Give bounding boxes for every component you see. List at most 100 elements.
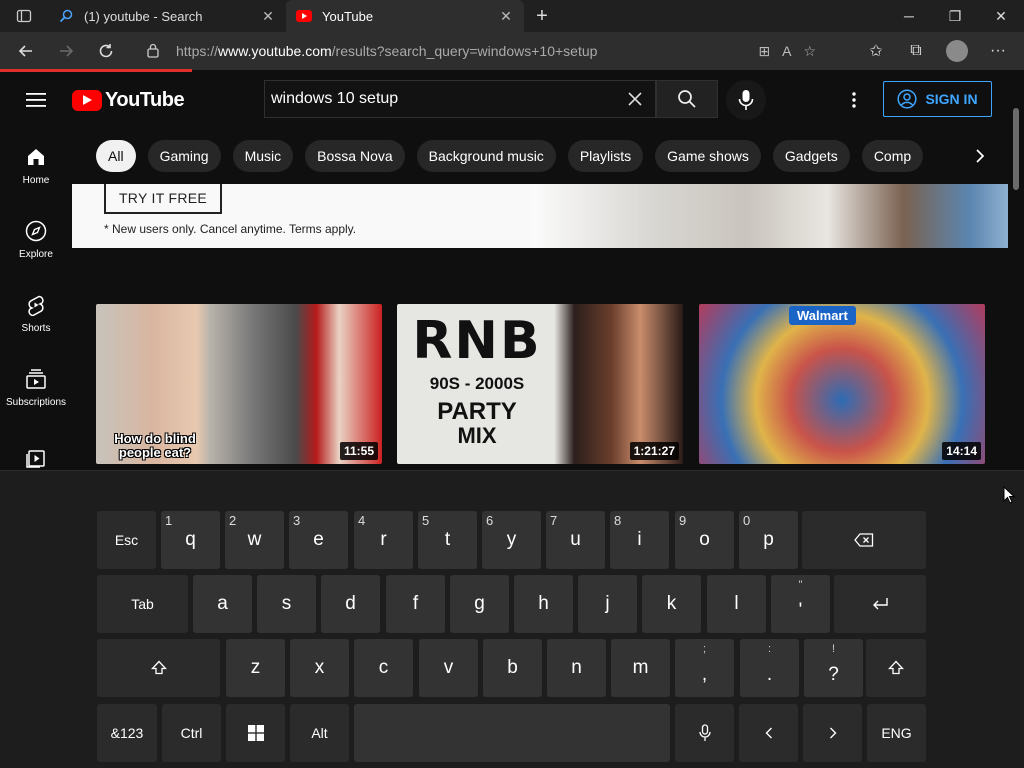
key-char-7[interactable]: j [578,575,637,633]
tab-actions-button[interactable] [0,0,48,32]
arrow-left-key[interactable] [739,704,798,762]
new-tab-button[interactable]: + [524,0,560,32]
guide-menu-button[interactable] [0,72,72,128]
forward-button[interactable] [46,35,86,67]
chip-playlists[interactable]: Playlists [567,140,644,172]
key-char-3[interactable]: v [419,639,478,697]
video-thumbnail[interactable]: How do blind people eat? 11:55 [96,304,382,464]
enter-key[interactable] [834,575,926,633]
chip-bossa-nova[interactable]: Bossa Nova [305,140,405,172]
chip-game-shows[interactable]: Game shows [655,140,761,172]
try-it-free-button[interactable]: TRY IT FREE [104,184,222,214]
key-char-2[interactable]: 2w [225,511,284,569]
key-char-5[interactable]: n [547,639,606,697]
key-char-0[interactable]: z [226,639,285,697]
address-bar[interactable]: https://www.youtube.com/results?search_q… [136,36,826,66]
key-char-8[interactable]: 8i [610,511,669,569]
youtube-play-icon [72,89,102,111]
chip-background-music[interactable]: Background music [416,140,556,172]
key-char-10[interactable]: 0p [739,511,798,569]
backspace-key[interactable] [802,511,926,569]
symbols-key[interactable]: &123 [97,704,157,762]
refresh-button[interactable] [86,35,126,67]
key-char-3[interactable]: d [321,575,380,633]
profile-avatar[interactable] [946,40,968,62]
space-key[interactable] [354,704,670,762]
key-char-8[interactable]: k [642,575,701,633]
sidebar-item-subscriptions[interactable]: Subscriptions [0,350,72,424]
key-char-4[interactable]: 4r [354,511,413,569]
thumbnail-caption: How do blind people eat? [114,431,196,460]
key-char-5[interactable]: g [450,575,509,633]
chip-scroll-right-button[interactable] [952,128,1008,184]
shift-key-left[interactable] [97,639,220,697]
key-char-10[interactable]: " ' [771,575,830,633]
close-tab-icon[interactable]: ✕ [260,8,276,25]
chip-music[interactable]: Music [232,140,294,172]
sidebar-item-home[interactable]: Home [0,128,72,202]
chip-all[interactable]: All [96,140,136,172]
alt-key[interactable]: Alt [290,704,349,762]
chip-gaming[interactable]: Gaming [147,140,221,172]
key-char-4[interactable]: b [483,639,542,697]
favorites-button[interactable]: ✩ [856,35,896,67]
app-available-icon[interactable]: ⊞ [758,43,770,60]
key-char-3[interactable]: 3e [289,511,348,569]
key-esc[interactable]: Esc [97,511,156,569]
key-char-2[interactable]: c [354,639,413,697]
key-label: ? [828,664,839,685]
chip-computers[interactable]: Comp [861,140,924,172]
settings-more-button[interactable] [840,86,868,114]
tab-youtube-search[interactable]: (1) youtube - Search ✕ [48,0,286,32]
search-icon [58,8,74,24]
key-char-4[interactable]: f [386,575,445,633]
scrollbar-thumb[interactable] [1013,108,1019,190]
tab-youtube[interactable]: YouTube ✕ [286,0,524,32]
key-char-8[interactable]: :. [740,639,799,697]
minimize-button[interactable]: ─ [886,0,932,32]
close-window-button[interactable]: ✕ [978,0,1024,32]
key-label: q [185,529,196,550]
search-button[interactable] [656,80,718,118]
key-char-1[interactable]: 1q [161,511,220,569]
sign-in-button[interactable]: SIGN IN [883,81,992,117]
key-char-5[interactable]: 5t [418,511,477,569]
key-label: j [605,593,610,614]
key-char-9[interactable]: !? [804,639,863,697]
back-button[interactable] [6,35,46,67]
key-char-1[interactable]: x [290,639,349,697]
sidebar-item-explore[interactable]: Explore [0,202,72,276]
video-thumbnail[interactable]: Walmart 14:14 [699,304,985,464]
key-char-1[interactable]: a [193,575,252,633]
arrow-right-key[interactable] [803,704,862,762]
key-char-7[interactable]: 7u [546,511,605,569]
key-char-9[interactable]: l [707,575,766,633]
search-input[interactable]: windows 10 setup [264,80,656,118]
windows-key[interactable] [226,704,285,762]
key-char-7[interactable]: ;, [675,639,734,697]
sidebar-item-shorts[interactable]: Shorts [0,276,72,350]
voice-search-button[interactable] [726,80,766,120]
key-char-6[interactable]: h [514,575,573,633]
add-favorite-icon[interactable]: ☆ [803,43,816,60]
language-key[interactable]: ENG [867,704,926,762]
restore-button[interactable]: ❐ [932,0,978,32]
key-char-6[interactable]: 6y [482,511,541,569]
key-tab[interactable]: Tab [97,575,188,633]
video-thumbnail[interactable]: RNB 90S - 2000S PARTY MIX 1:21:27 [397,304,683,464]
key-char-6[interactable]: m [611,639,670,697]
shift-key-right[interactable] [866,639,926,697]
clear-search-icon[interactable] [615,92,655,106]
ctrl-key[interactable]: Ctrl [162,704,221,762]
key-char-9[interactable]: 9o [675,511,734,569]
chip-gadgets[interactable]: Gadgets [772,140,850,172]
key-char-2[interactable]: s [257,575,316,633]
page-scrollbar[interactable] [1008,72,1024,470]
read-aloud-icon[interactable]: A [782,43,791,60]
settings-more-button[interactable]: ··· [978,35,1018,67]
close-tab-icon[interactable]: ✕ [498,8,514,25]
sign-in-label: SIGN IN [925,91,978,107]
youtube-logo[interactable]: YouTube [72,89,185,112]
collections-button[interactable]: ⧉ [896,35,936,67]
dictation-key[interactable] [675,704,734,762]
